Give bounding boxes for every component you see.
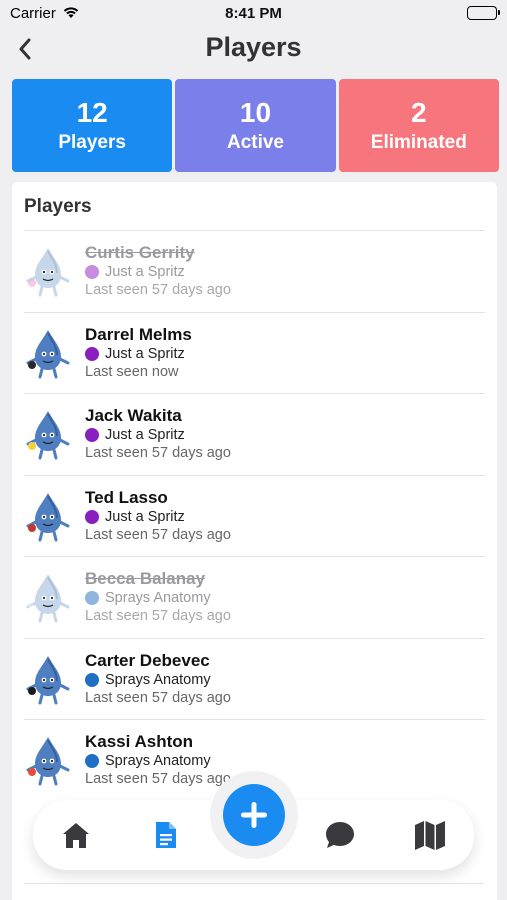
player-name: Jack Wakita: [85, 406, 182, 425]
player-avatar: [24, 408, 72, 460]
player-name: Ted Lasso: [85, 487, 168, 507]
list-divider: [24, 883, 484, 884]
last-seen: Last seen 57 days ago: [85, 771, 231, 787]
team-name: Just a Spritz: [105, 345, 185, 362]
last-seen: Last seen 57 days ago: [85, 689, 231, 706]
player-avatar: [24, 571, 72, 623]
add-button[interactable]: [210, 771, 298, 859]
tab-chat[interactable]: [323, 818, 357, 852]
stat-label: Eliminated: [370, 131, 467, 153]
player-avatar: [24, 653, 72, 705]
player-team: Just a Spritz: [85, 346, 185, 362]
stat-active[interactable]: 10 Active: [175, 79, 336, 172]
last-seen: Last seen now: [85, 363, 179, 380]
last-seen: Last seen 57 days ago: [85, 526, 231, 543]
team-name: Sprays Anatomy: [105, 753, 211, 769]
team-name: Just a Spritz: [105, 264, 185, 280]
player-row[interactable]: Carter Debevec Sprays Anatomy Last seen …: [24, 637, 485, 720]
team-color-dot: [85, 591, 99, 605]
stat-value: 2: [411, 96, 427, 128]
chat-icon: [326, 822, 354, 848]
player-team: Just a Spritz: [85, 264, 185, 280]
battery-icon: [467, 6, 500, 20]
player-team: Sprays Anatomy: [85, 753, 211, 769]
player-team: Just a Spritz: [85, 427, 185, 443]
home-icon: [63, 823, 89, 848]
player-avatar: [24, 734, 72, 786]
stat-label: Players: [58, 131, 126, 153]
player-team: Just a Spritz: [85, 509, 185, 525]
team-color-dot: [85, 265, 99, 279]
player-name: Curtis Gerrity: [85, 243, 195, 262]
player-name: Carter Debevec: [85, 650, 210, 670]
stat-eliminated[interactable]: 2 Eliminated: [338, 79, 499, 172]
stat-value: 12: [76, 96, 108, 128]
status-bar: Carrier 8:41 PM: [0, 0, 507, 28]
team-name: Just a Spritz: [105, 427, 185, 443]
player-avatar: [24, 490, 72, 542]
player-row[interactable]: Becca Balanay Sprays Anatomy Last seen 5…: [24, 556, 485, 638]
player-team: Sprays Anatomy: [85, 590, 211, 606]
section-title: Players: [24, 196, 92, 217]
team-color-dot: [85, 509, 99, 524]
document-icon: [156, 822, 176, 848]
team-color-dot: [85, 672, 99, 687]
last-seen: Last seen 57 days ago: [85, 608, 231, 624]
clock: 8:41 PM: [225, 5, 282, 22]
player-name: Kassi Ashton: [85, 732, 194, 751]
team-name: Sprays Anatomy: [105, 671, 211, 688]
player-team: Sprays Anatomy: [85, 672, 211, 688]
tab-home[interactable]: [59, 818, 93, 852]
team-color-dot: [85, 346, 99, 361]
player-row[interactable]: Curtis Gerrity Just a Spritz Last seen 5…: [24, 230, 485, 312]
last-seen: Last seen 57 days ago: [85, 282, 231, 298]
player-name: Becca Balanay: [85, 569, 206, 588]
team-name: Just a Spritz: [105, 508, 185, 525]
players-list: Curtis Gerrity Just a Spritz Last seen 5…: [12, 230, 497, 801]
team-color-dot: [85, 428, 99, 442]
stats-row: 12 Players 10 Active 2 Eliminated: [12, 79, 499, 172]
stat-label: Active: [226, 131, 284, 153]
tab-map[interactable]: [413, 818, 447, 852]
page-title: Players: [205, 32, 302, 62]
navigation-bar: Players: [0, 28, 507, 72]
player-name: Darrel Melms: [85, 324, 192, 344]
plus-icon: [241, 802, 267, 828]
last-seen: Last seen 57 days ago: [85, 445, 231, 461]
player-avatar: [24, 327, 72, 379]
player-row[interactable]: Ted Lasso Just a Spritz Last seen 57 day…: [24, 474, 485, 557]
team-name: Sprays Anatomy: [105, 590, 211, 606]
player-avatar: [24, 245, 72, 297]
player-row[interactable]: Darrel Melms Just a Spritz Last seen now: [24, 311, 485, 394]
team-color-dot: [85, 754, 99, 768]
map-icon: [415, 821, 445, 850]
stat-value: 10: [239, 96, 272, 128]
stat-players[interactable]: 12 Players: [12, 79, 173, 172]
tab-documents[interactable]: [149, 818, 183, 852]
player-row[interactable]: Jack Wakita Just a Spritz Last seen 57 d…: [24, 393, 485, 475]
